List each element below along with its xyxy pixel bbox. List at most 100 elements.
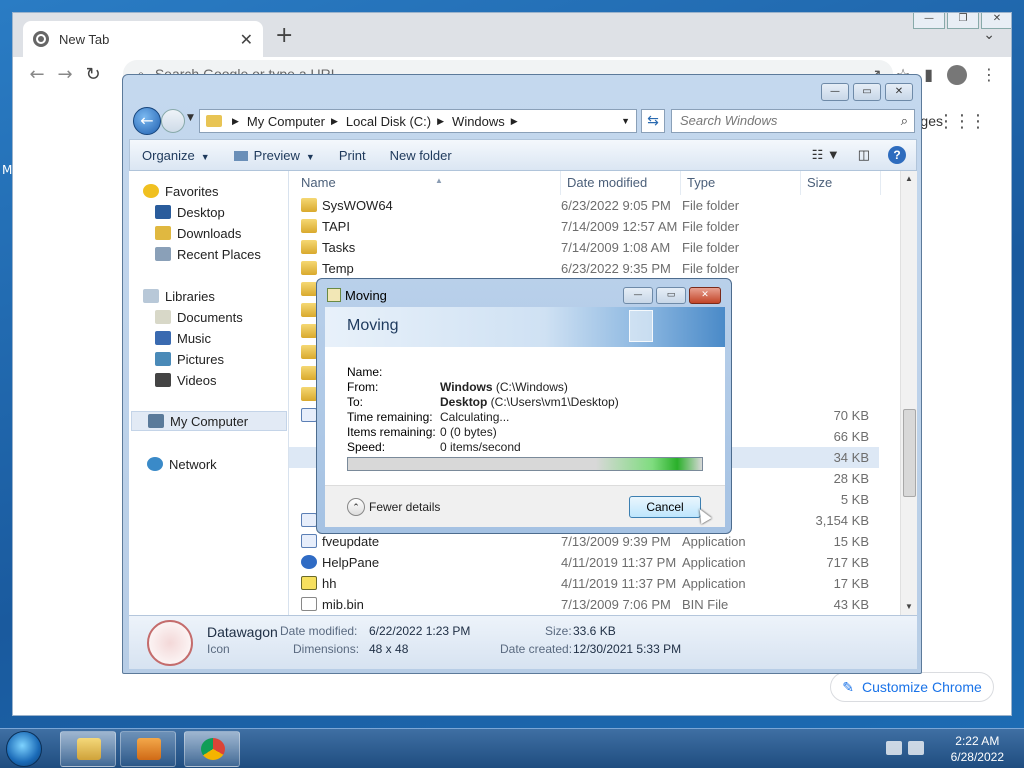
table-row[interactable]: SysWOW64 6/23/2022 9:05 PM File folder — [289, 195, 879, 216]
folder-icon — [301, 219, 317, 233]
nav-my-computer[interactable]: My Computer — [131, 411, 287, 431]
cancel-button[interactable]: Cancel — [629, 496, 701, 518]
back-button[interactable]: ← — [133, 107, 161, 135]
videos-icon — [155, 373, 171, 387]
table-row[interactable]: TAPI 7/14/2009 12:57 AM File folder — [289, 216, 879, 237]
organize-button[interactable]: Organize ▼ — [130, 148, 222, 163]
nav-libraries[interactable]: Libraries — [143, 286, 215, 306]
date-created-value: 12/30/2021 5:33 PM — [573, 642, 682, 656]
dialog-footer: ⌃ Fewer details Cancel — [325, 485, 725, 527]
column-size[interactable]: Size — [801, 171, 881, 195]
media-player-icon — [137, 738, 161, 760]
details-pane: Datawagon Icon Date modified: 6/22/2022 … — [129, 615, 917, 669]
nav-favorites[interactable]: Favorites — [143, 181, 218, 201]
nav-music[interactable]: Music — [155, 328, 211, 348]
desktop-icon-label: M — [2, 163, 13, 177]
new-tab-button[interactable]: + — [275, 23, 293, 48]
dialog-banner: Moving — [325, 307, 725, 347]
column-name[interactable]: Name ▲ — [295, 171, 561, 195]
new-folder-button[interactable]: New folder — [378, 148, 464, 163]
taskbar-media-player[interactable] — [120, 731, 176, 767]
clock[interactable]: 2:22 AM 6/28/2022 — [951, 733, 1004, 765]
apps-grid-icon[interactable]: ⋮⋮⋮ — [937, 111, 987, 132]
volume-tray-icon[interactable] — [908, 741, 924, 755]
tab-search-icon[interactable]: ⌄ — [983, 27, 995, 43]
preview-button[interactable]: Preview ▼ — [222, 148, 327, 163]
minimize-button[interactable]: — — [623, 287, 653, 304]
table-row[interactable]: mib.bin 7/13/2009 7:06 PM BIN File 43 KB — [289, 594, 879, 615]
forward-icon[interactable]: → — [51, 64, 79, 85]
close-button[interactable]: ✕ — [689, 287, 721, 304]
maximize-button[interactable]: ▭ — [656, 287, 686, 304]
breadcrumb-local-disk[interactable]: Local Disk (C:) — [346, 114, 431, 129]
table-row[interactable]: Tasks 7/14/2009 1:08 AM File folder — [289, 237, 879, 258]
address-dropdown-icon[interactable]: ▼ — [621, 116, 630, 126]
nav-documents[interactable]: Documents — [155, 307, 243, 327]
network-tray-icon[interactable] — [886, 741, 902, 755]
documents-icon — [155, 310, 171, 324]
nav-videos[interactable]: Videos — [155, 370, 217, 390]
close-button[interactable]: ✕ — [885, 83, 913, 101]
file-date: 4/11/2019 11:37 PM — [561, 555, 677, 570]
table-row[interactable]: hh 4/11/2019 11:37 PM Application 17 KB — [289, 573, 879, 594]
recent-pages-dropdown[interactable]: ▼ — [187, 113, 194, 123]
file-date: 7/14/2009 12:57 AM — [561, 219, 678, 234]
nav-pictures[interactable]: Pictures — [155, 349, 224, 369]
search-input[interactable]: Search Windows ⌕ — [671, 109, 915, 133]
scroll-thumb[interactable] — [903, 409, 916, 497]
nav-network[interactable]: Network — [147, 454, 217, 474]
table-row[interactable]: HelpPane 4/11/2019 11:37 PM Application 717… — [289, 552, 879, 573]
profile-avatar[interactable] — [947, 65, 967, 85]
libraries-icon — [143, 289, 159, 303]
scroll-down-icon[interactable]: ▼ — [901, 599, 917, 615]
preview-pane-icon[interactable]: ◫ — [858, 147, 870, 163]
minimize-button[interactable]: — — [913, 13, 945, 29]
view-options-icon[interactable]: ☷ ▼ — [812, 147, 840, 163]
file-size: 717 KB — [826, 555, 869, 570]
table-row[interactable]: fveupdate 7/13/2009 9:39 PM Application 15 … — [289, 531, 879, 552]
file-size: 66 KB — [833, 429, 869, 444]
start-button[interactable] — [6, 731, 42, 767]
moving-dialog: Moving — ▭ ✕ Moving Name: From: Windows (… — [316, 278, 732, 534]
file-thumbnail-icon — [147, 620, 193, 666]
breadcrumb-windows[interactable]: Windows — [452, 114, 505, 129]
help-icon[interactable]: ? — [888, 146, 906, 164]
tab-new-tab[interactable]: New Tab ✕ — [23, 21, 263, 57]
details-file-name: Datawagon — [207, 624, 278, 640]
exe-icon — [301, 534, 317, 548]
back-icon[interactable]: ← — [23, 64, 51, 85]
breadcrumb-my-computer[interactable]: My Computer — [247, 114, 325, 129]
taskbar-explorer[interactable] — [60, 731, 116, 767]
column-type[interactable]: Type — [681, 171, 801, 195]
scroll-up-icon[interactable]: ▲ — [901, 171, 917, 187]
chevron-up-icon: ⌃ — [347, 498, 365, 516]
side-panel-icon[interactable]: ▮ — [924, 65, 933, 85]
address-bar[interactable]: ▶ My Computer ▶ Local Disk (C:) ▶ Window… — [199, 109, 637, 133]
customize-chrome-button[interactable]: ✎ Customize Chrome — [830, 672, 994, 702]
refresh-button[interactable]: ⇆ — [641, 109, 665, 133]
fewer-details-button[interactable]: ⌃ Fewer details — [347, 498, 440, 516]
minimize-button[interactable]: — — [821, 83, 849, 101]
nav-desktop[interactable]: Desktop — [155, 202, 225, 222]
music-icon — [155, 331, 171, 345]
print-button[interactable]: Print — [327, 148, 378, 163]
nav-downloads[interactable]: Downloads — [155, 223, 241, 243]
file-date: 7/13/2009 7:06 PM — [561, 597, 671, 612]
close-button[interactable]: ✕ — [981, 13, 1011, 29]
exe-icon — [301, 513, 317, 527]
table-row[interactable]: Temp 6/23/2022 9:35 PM File folder — [289, 258, 879, 279]
reload-icon[interactable]: ↻ — [79, 64, 107, 85]
tab-title: New Tab — [59, 31, 110, 47]
document-glyph-icon — [629, 310, 653, 342]
kebab-menu-icon[interactable]: ⋮ — [981, 65, 997, 85]
date-modified-value: 6/22/2022 1:23 PM — [369, 624, 471, 638]
vertical-scrollbar[interactable]: ▲ ▼ — [900, 171, 917, 615]
maximize-button[interactable]: ▭ — [853, 83, 881, 101]
tab-close-icon[interactable]: ✕ — [240, 30, 253, 49]
column-date-modified[interactable]: Date modified — [561, 171, 681, 195]
nav-recent-places[interactable]: Recent Places — [155, 244, 261, 264]
maximize-button[interactable]: ❐ — [947, 13, 979, 29]
dialog-window-controls: — ▭ ✕ — [623, 287, 721, 304]
forward-button[interactable] — [161, 109, 185, 133]
taskbar-chrome[interactable] — [184, 731, 240, 767]
